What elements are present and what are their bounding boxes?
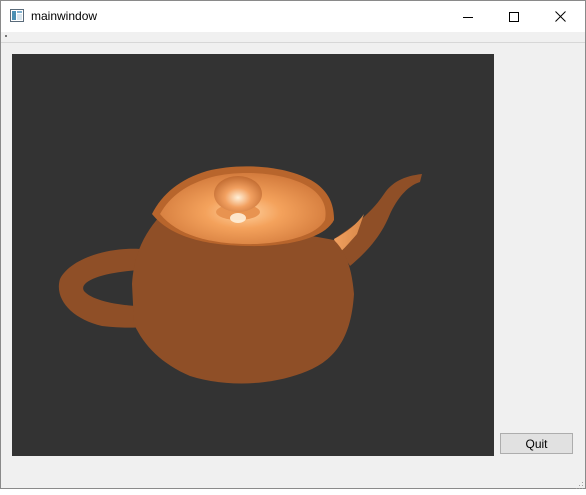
title-bar[interactable]: mainwindow bbox=[1, 1, 585, 32]
minimize-icon bbox=[463, 12, 473, 22]
application-window-icon bbox=[10, 9, 24, 22]
teapot-render bbox=[58, 166, 422, 384]
maximize-button[interactable] bbox=[491, 1, 537, 32]
minimize-button[interactable] bbox=[445, 1, 491, 32]
maximize-icon bbox=[509, 11, 519, 22]
teapot-lid-knob-shine bbox=[230, 213, 246, 223]
teapot-lid-knob bbox=[214, 176, 262, 212]
main-window: mainwindow Quit bbox=[0, 0, 586, 489]
menu-bar[interactable] bbox=[1, 32, 585, 43]
quit-button[interactable]: Quit bbox=[500, 433, 573, 454]
teapot-spout bbox=[334, 174, 422, 266]
opengl-viewport[interactable] bbox=[12, 54, 494, 456]
close-icon bbox=[554, 11, 566, 22]
teapot-handle bbox=[58, 248, 143, 328]
central-widget: Quit bbox=[1, 43, 585, 489]
resize-grip-icon[interactable] bbox=[574, 477, 584, 489]
close-button[interactable] bbox=[537, 1, 583, 32]
menu-bar-handle bbox=[5, 35, 7, 37]
window-title: mainwindow bbox=[31, 9, 98, 23]
